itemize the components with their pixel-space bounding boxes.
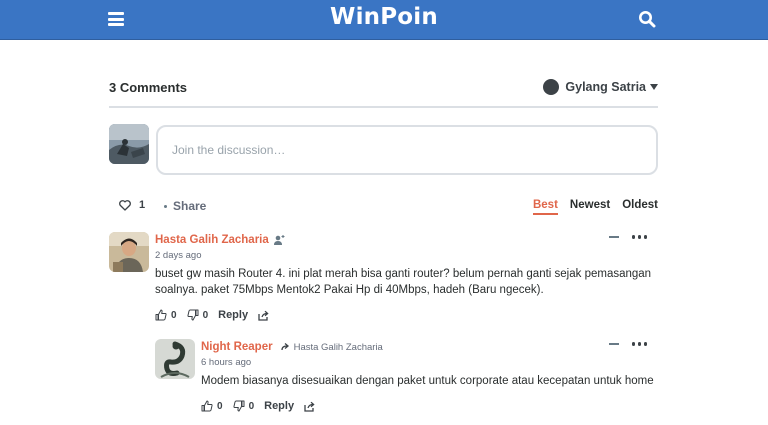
reply-to-name: Hasta Galih Zacharia: [293, 341, 383, 353]
comment-body: Hasta Galih Zacharia 2 days ago buset gw…: [155, 232, 658, 322]
bullet-dot: [164, 204, 167, 208]
comment-timestamp[interactable]: 6 hours ago: [201, 357, 658, 368]
sort-tabs: Best Newest Oldest: [521, 199, 658, 215]
author-line: Night Reaper Hasta Galih Zacharia: [201, 339, 658, 355]
in-reply-to[interactable]: Hasta Galih Zacharia: [280, 341, 383, 353]
comment-count: 3 Comments: [109, 80, 188, 95]
heart-icon: [119, 199, 131, 211]
collapse-icon[interactable]: [609, 342, 619, 345]
comment-timestamp[interactable]: 2 days ago: [155, 250, 658, 261]
caret-down-icon: [650, 84, 658, 90]
downvote-button[interactable]: 0: [233, 400, 255, 412]
recommend-button[interactable]: 1: [119, 199, 145, 211]
comment-text: buset gw masih Router 4. ini plat merah …: [155, 268, 652, 296]
upvote-count: 0: [171, 309, 177, 321]
upvote-button[interactable]: 0: [155, 309, 177, 321]
upvote-button[interactable]: 0: [201, 400, 223, 412]
thumbs-up-icon: [155, 309, 167, 321]
thumbs-down-icon: [187, 309, 199, 321]
share-icon: [258, 310, 269, 321]
user-name: Gylang Satria: [565, 80, 646, 94]
comment-actions: 0 0 Reply: [155, 308, 658, 322]
share-label: Share: [173, 199, 207, 213]
sort-tab-newest[interactable]: Newest: [570, 199, 610, 215]
thumbs-up-icon: [201, 400, 213, 412]
commenter-avatar[interactable]: [109, 232, 149, 272]
downvote-count: 0: [248, 400, 255, 412]
upvote-count: 0: [217, 400, 223, 412]
share-comment-button[interactable]: [304, 401, 316, 412]
top-navbar: WinPoin: [0, 0, 768, 40]
comment-author[interactable]: Hasta Galih Zacharia: [155, 234, 269, 246]
downvote-button[interactable]: 0: [187, 309, 209, 321]
comment-controls: [609, 342, 647, 346]
join-discussion-input[interactable]: Join the discussion…: [156, 125, 658, 175]
commenter-avatar[interactable]: [155, 339, 195, 379]
comment-actions: 0 0 Reply: [201, 399, 658, 413]
follow-user-icon[interactable]: [273, 234, 285, 246]
reply-label: Reply: [264, 400, 295, 412]
reply-button[interactable]: Reply: [264, 400, 294, 412]
author-line: Hasta Galih Zacharia: [155, 232, 658, 248]
share-comment-button[interactable]: [258, 310, 270, 321]
more-options-icon[interactable]: [629, 342, 647, 346]
reply-arrow-icon: [280, 343, 289, 351]
sort-tab-oldest[interactable]: Oldest: [622, 199, 658, 215]
recommend-count: 1: [139, 199, 146, 211]
share-icon: [304, 401, 315, 412]
thumbs-down-icon: [233, 400, 245, 412]
share-button[interactable]: Share: [164, 199, 206, 213]
user-menu[interactable]: Gylang Satria: [543, 79, 658, 95]
comments-header: 3 Comments Gylang Satria: [109, 78, 658, 108]
downvote-count: 0: [202, 309, 209, 321]
user-avatar-icon: [543, 79, 560, 95]
comment-author[interactable]: Night Reaper: [201, 341, 273, 353]
search-icon[interactable]: [638, 10, 656, 28]
collapse-icon[interactable]: [609, 235, 619, 238]
current-user-avatar[interactable]: [109, 124, 149, 164]
comment-body: Night Reaper Hasta Galih Zacharia 6 hour…: [201, 339, 658, 413]
comments-toolbar: 1 Share Best Newest Oldest: [109, 196, 658, 218]
reply-label: Reply: [218, 309, 249, 321]
more-options-icon[interactable]: [629, 235, 647, 239]
comment-controls: [609, 235, 647, 239]
comments-section: 3 Comments Gylang Satria Join the discus…: [109, 78, 658, 412]
sort-tab-best[interactable]: Best: [532, 199, 558, 215]
reply-button[interactable]: Reply: [218, 309, 248, 321]
comment-text: Modem biasanya disesuaikan dengan paket …: [201, 375, 654, 387]
